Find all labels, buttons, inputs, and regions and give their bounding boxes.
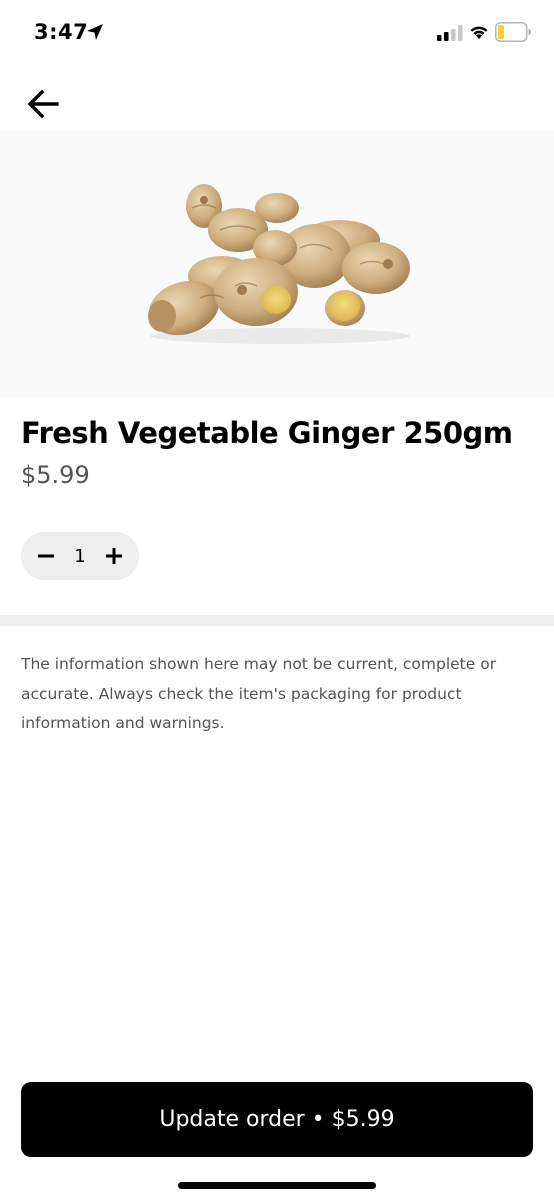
product-detail-screen: 3:47 Fresh Vegetable Ginger 250gm $5.99 … [0, 0, 554, 1200]
home-indicator [178, 1182, 376, 1189]
status-time: 3:47 [34, 20, 89, 44]
plus-icon [105, 548, 122, 564]
minus-icon [38, 554, 54, 558]
product-disclaimer: The information shown here may not be cu… [21, 655, 497, 732]
section-divider [0, 615, 554, 626]
back-button[interactable] [26, 88, 60, 120]
location-arrow-icon [87, 24, 103, 40]
product-price: $5.99 [21, 461, 90, 489]
increment-button[interactable] [103, 545, 125, 567]
decrement-button[interactable] [35, 545, 57, 567]
update-order-label: Update order • $5.99 [159, 1107, 395, 1132]
product-title: Fresh Vegetable Ginger 250gm [21, 416, 513, 450]
battery-icon [495, 22, 531, 42]
signal-icon [437, 25, 463, 41]
arrow-left-icon [27, 90, 59, 118]
product-image [0, 130, 554, 398]
update-order-button[interactable]: Update order • $5.99 [21, 1082, 533, 1157]
wifi-icon [470, 26, 488, 39]
quantity-value: 1 [74, 545, 86, 567]
ginger-root-image [148, 184, 410, 344]
status-bar: 3:47 [0, 0, 554, 64]
quantity-stepper: 1 [21, 532, 139, 580]
